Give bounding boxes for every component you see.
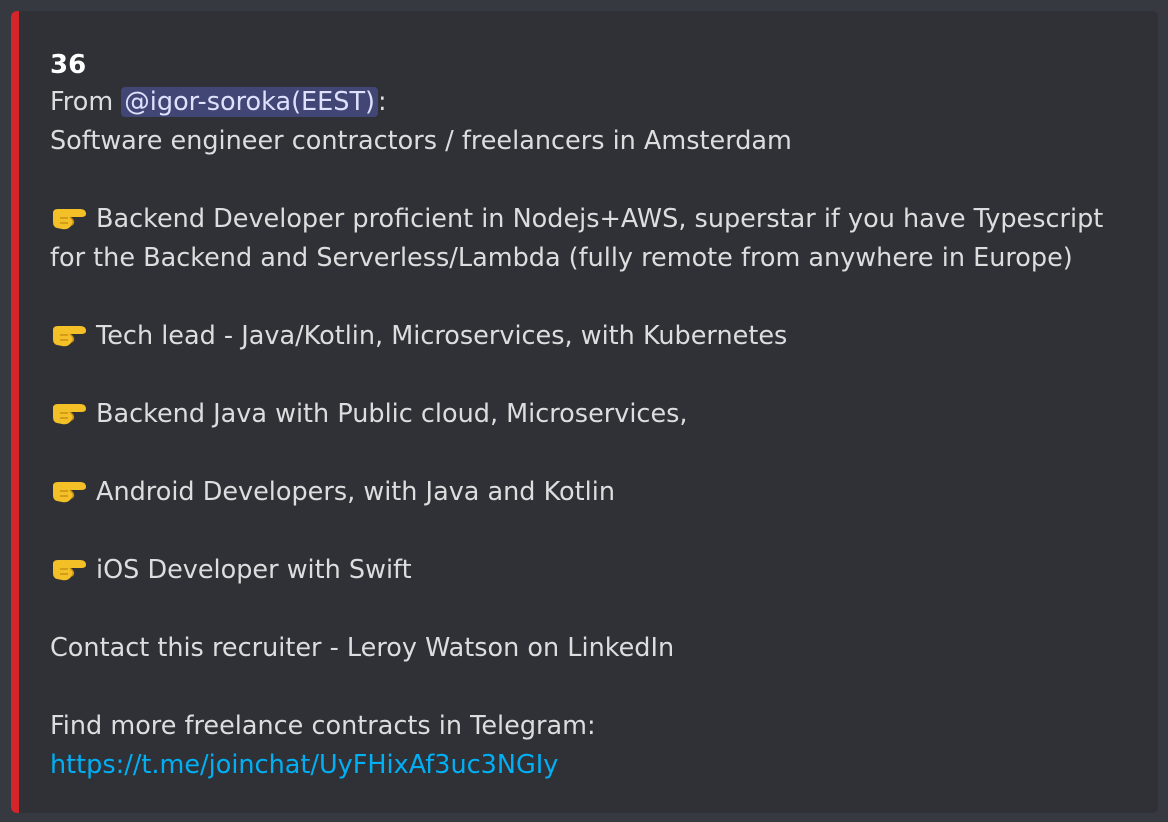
job-item-text: Backend Java with Public cloud, Microser… [96,399,688,429]
contact-line: Contact this recruiter - Leroy Watson on… [50,633,675,663]
pointing-right-icon [53,326,86,347]
embed-subtitle: Software engineer contractors / freelanc… [50,126,792,156]
pointing-right-icon [53,209,86,230]
job-item-text: Tech lead - Java/Kotlin, Microservices, … [96,321,788,351]
job-item-5: iOS Developer with Swift [50,551,1128,590]
pointing-right-icon [53,560,86,581]
job-item-text: iOS Developer with Swift [96,555,412,585]
from-prefix: From [50,87,122,117]
job-item-4: Android Developers, with Java and Kotlin [50,473,1128,512]
embed-title: 36 [50,50,87,80]
telegram-link[interactable]: https://t.me/joinchat/UyFHixAf3uc3NGIy [50,746,1128,785]
user-mention[interactable]: @igor-soroka(EEST) [121,87,378,117]
job-item-1: Backend Developer proficient in Nodejs+A… [50,200,1130,278]
pointing-right-icon [53,404,86,425]
from-line: From @igor-soroka(EEST): [50,83,1128,122]
from-suffix: : [377,87,387,117]
job-item-text: Backend Developer proficient in Nodejs+A… [50,204,1104,273]
job-item-3: Backend Java with Public cloud, Microser… [50,395,1128,434]
embed-content: 36 From @igor-soroka(EEST): Software eng… [50,47,1128,785]
job-item-2: Tech lead - Java/Kotlin, Microservices, … [50,317,1128,356]
job-item-text: Android Developers, with Java and Kotlin [96,477,615,507]
telegram-label: Find more freelance contracts in Telegra… [50,711,596,741]
embed-accent-bar [11,11,19,813]
pointing-right-icon [53,482,86,503]
message-embed: 36 From @igor-soroka(EEST): Software eng… [11,11,1158,813]
